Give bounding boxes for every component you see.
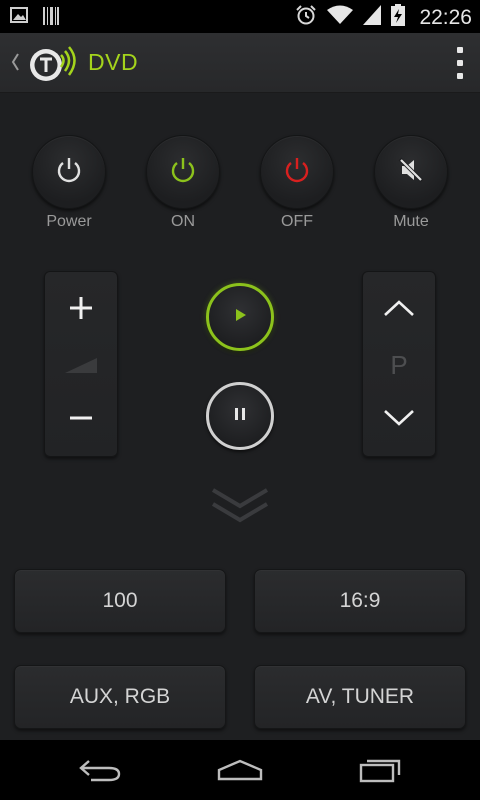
signal-icon bbox=[363, 5, 382, 30]
battery-charging-icon bbox=[391, 4, 406, 31]
channel-down-button[interactable] bbox=[363, 382, 435, 458]
plus-icon bbox=[67, 294, 95, 327]
button-aux-rgb[interactable]: AUX, RGB bbox=[14, 665, 226, 729]
off-label: OFF bbox=[281, 213, 313, 230]
power-label: Power bbox=[46, 213, 92, 230]
status-bar: 22:26 bbox=[0, 0, 480, 33]
app-logo-icon[interactable] bbox=[28, 41, 78, 90]
recents-icon[interactable] bbox=[350, 754, 410, 786]
barcode-notification-icon bbox=[42, 6, 60, 31]
back-icon[interactable] bbox=[70, 754, 130, 786]
power-button[interactable] bbox=[32, 135, 106, 209]
power-icon bbox=[53, 154, 85, 191]
double-chevron-down-icon[interactable] bbox=[210, 486, 270, 526]
button-av-tuner[interactable]: AV, TUNER bbox=[254, 665, 466, 729]
remote-panel: Power ON OFF Mute P 100 16:9 AUX, RGB AV… bbox=[0, 93, 480, 740]
chevron-left-icon[interactable] bbox=[10, 50, 20, 79]
home-icon[interactable] bbox=[210, 754, 270, 786]
volume-down-button[interactable] bbox=[45, 382, 117, 458]
page-title: DVD bbox=[88, 49, 139, 75]
play-icon bbox=[231, 306, 249, 329]
off-button[interactable] bbox=[260, 135, 334, 209]
pause-icon bbox=[231, 405, 249, 428]
image-notification-icon bbox=[10, 6, 28, 31]
volume-up-button[interactable] bbox=[45, 272, 117, 348]
button-16-9[interactable]: 16:9 bbox=[254, 569, 466, 633]
volume-level-icon bbox=[45, 348, 117, 382]
alarm-icon bbox=[295, 4, 317, 31]
on-label: ON bbox=[171, 213, 195, 230]
navigation-bar bbox=[0, 740, 480, 800]
chevron-down-icon bbox=[382, 408, 416, 433]
play-button[interactable] bbox=[206, 283, 274, 351]
mute-icon bbox=[395, 154, 427, 191]
on-button[interactable] bbox=[146, 135, 220, 209]
power-icon bbox=[281, 154, 313, 191]
power-icon bbox=[167, 154, 199, 191]
channel-label: P bbox=[390, 349, 408, 380]
button-100[interactable]: 100 bbox=[14, 569, 226, 633]
volume-rocker bbox=[44, 271, 118, 457]
minus-icon bbox=[67, 404, 95, 437]
channel-rocker: P bbox=[362, 271, 436, 457]
clock: 22:26 bbox=[419, 5, 472, 29]
mute-label: Mute bbox=[393, 213, 429, 230]
pause-button[interactable] bbox=[206, 382, 274, 450]
mute-button[interactable] bbox=[374, 135, 448, 209]
wifi-icon bbox=[327, 5, 354, 30]
chevron-up-icon bbox=[382, 298, 416, 323]
action-bar: DVD bbox=[0, 33, 480, 93]
overflow-menu-icon[interactable] bbox=[456, 47, 464, 79]
channel-up-button[interactable] bbox=[363, 272, 435, 348]
